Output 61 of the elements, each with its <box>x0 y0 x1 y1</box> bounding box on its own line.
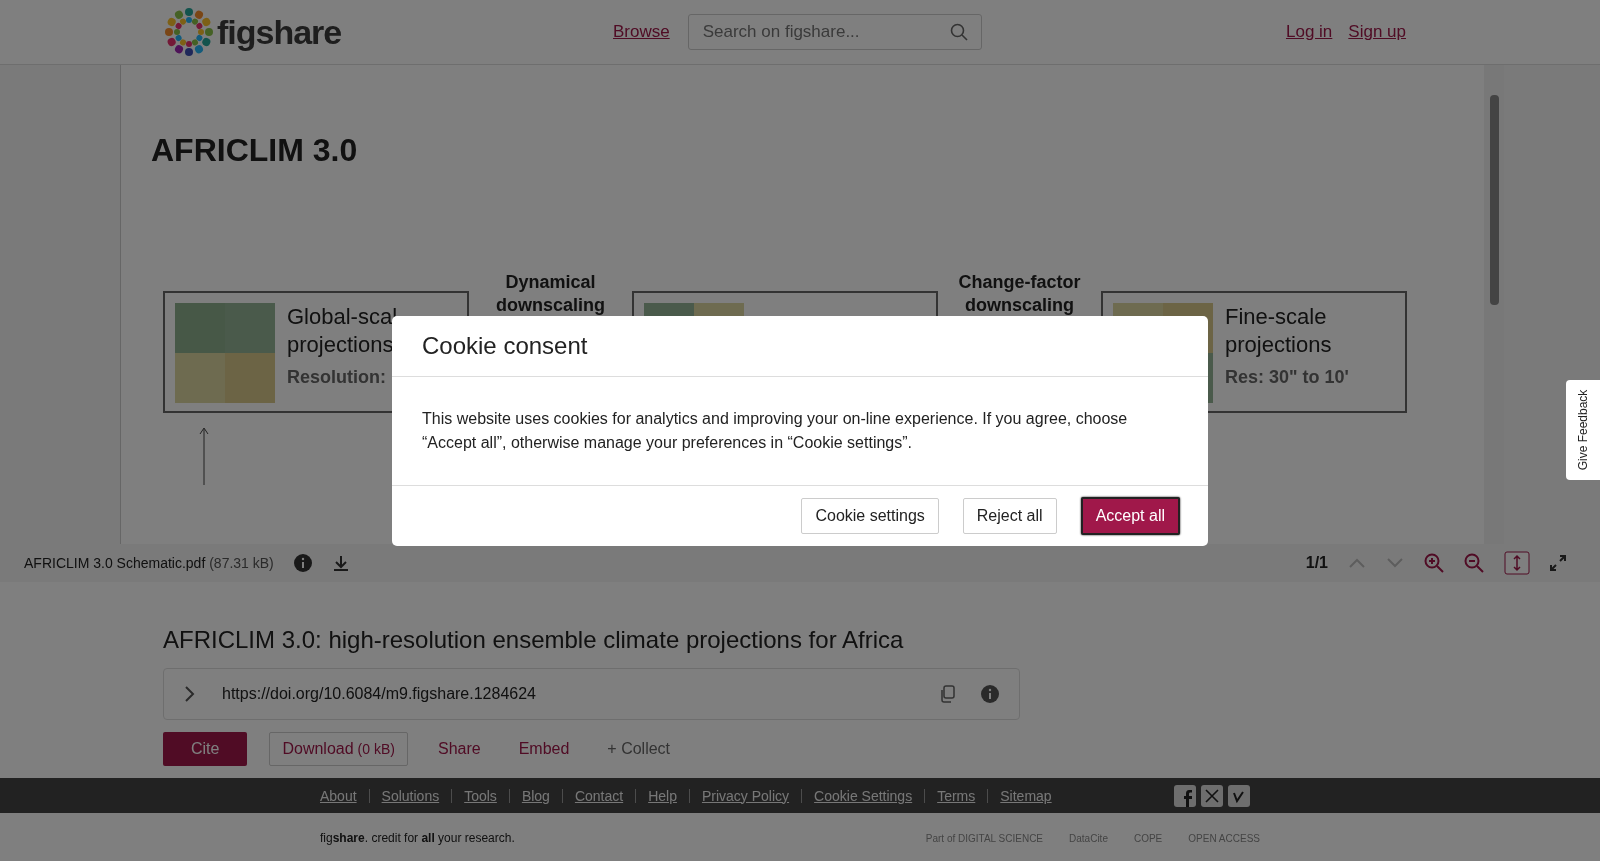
footer-link[interactable]: Blog <box>521 787 550 804</box>
download-button[interactable]: Download (0 kB) <box>269 732 408 766</box>
copy-icon[interactable] <box>939 685 955 703</box>
file-name: AFRICLIM 3.0 Schematic.pdf (87.31 kB) <box>24 555 274 571</box>
footer-link[interactable]: Cookie Settings <box>814 787 913 804</box>
fit-height-icon[interactable] <box>1504 551 1530 575</box>
x-icon[interactable] <box>1201 784 1223 807</box>
facebook-icon[interactable] <box>1174 784 1196 807</box>
search-field[interactable]: Search on figshare... <box>687 14 982 50</box>
zoom-in-icon[interactable] <box>1424 553 1444 573</box>
search-icon[interactable] <box>949 23 968 41</box>
fullscreen-icon[interactable] <box>1550 555 1566 571</box>
footer-link[interactable]: Sitemap <box>1000 787 1052 804</box>
footer-link[interactable]: Privacy Policy <box>701 787 790 804</box>
dialog-button[interactable]: Cookie settings <box>801 498 939 534</box>
footer-link[interactable]: Solutions <box>381 787 440 804</box>
footer-link[interactable]: About <box>320 787 357 804</box>
partner-logo[interactable]: COPE <box>1133 832 1163 844</box>
dialog-title: Cookie consent <box>422 332 588 360</box>
dialog-message: This website uses cookies for analytics and improving your on-line experience. If you agree, choose “Accept all”, otherwise manage your preferences in “Cookie settings”. <box>422 409 1129 453</box>
info-icon[interactable] <box>293 554 312 572</box>
tagline: figshare. credit for all your research. <box>320 831 516 845</box>
scrollbar-thumb[interactable] <box>1490 95 1499 305</box>
action-link[interactable]: Share <box>429 732 489 766</box>
arrow-icon <box>199 425 209 485</box>
logo-icon <box>163 6 215 58</box>
box-heading: projections <box>1225 331 1333 359</box>
accept-button[interactable]: Accept all <box>1080 497 1180 535</box>
browse-link[interactable]: Browse <box>613 22 670 42</box>
box-heading: projections <box>287 331 395 359</box>
resolution-label: Res: 30" to 10' <box>1225 367 1349 388</box>
logo-text[interactable]: figshare <box>217 12 342 52</box>
footer-link[interactable]: Terms <box>937 787 976 804</box>
partner-logo[interactable]: DataCite <box>1069 832 1108 844</box>
footer-link[interactable]: Tools <box>464 787 497 804</box>
zoom-out-icon[interactable] <box>1464 553 1484 573</box>
auth-link[interactable]: Log in <box>1286 22 1333 42</box>
feedback-tab[interactable]: Give Feedback <box>1566 380 1600 480</box>
download-icon[interactable] <box>331 554 350 572</box>
doi-link[interactable]: https://doi.org/10.6084/m9.figshare.1284624 <box>222 685 913 703</box>
connector-label: Dynamical <box>504 271 597 294</box>
document-title: AFRICLIM 3.0 <box>151 132 359 169</box>
connector-label: downscaling <box>964 294 1075 317</box>
connector-label: downscaling <box>495 294 606 317</box>
item-title: AFRICLIM 3.0: high-resolution ensemble climate projections for Africa <box>163 626 905 654</box>
footer-link[interactable]: Contact <box>574 787 624 804</box>
connector-label: Change-factor <box>957 271 1082 294</box>
box-heading: Fine-scale <box>1225 303 1328 331</box>
auth-link[interactable]: Sign up <box>1348 22 1406 42</box>
info-icon[interactable] <box>981 685 999 703</box>
cite-button[interactable]: Cite <box>163 732 248 766</box>
resolution-label: Resolution: <box>287 367 387 388</box>
vimeo-icon[interactable] <box>1228 784 1250 807</box>
partner-logo[interactable]: OPEN ACCESS <box>1188 832 1260 844</box>
page-counter: 1/1 <box>1305 554 1328 572</box>
action-link[interactable]: Embed <box>510 732 578 766</box>
dialog-button[interactable]: Reject all <box>962 498 1057 534</box>
box-heading: Global-scal <box>287 303 398 331</box>
chevron-right-icon[interactable] <box>184 685 196 703</box>
footer-link[interactable]: Help <box>648 787 677 804</box>
action-link[interactable]: + Collect <box>599 732 679 766</box>
